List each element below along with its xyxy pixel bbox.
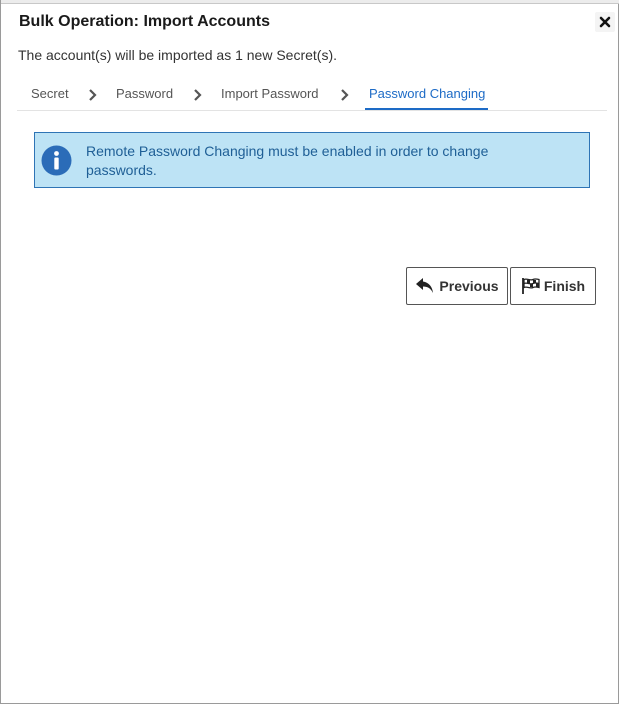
finish-button-label: Finish bbox=[543, 278, 586, 294]
active-step-indicator bbox=[365, 108, 488, 110]
step-secret[interactable]: Secret bbox=[31, 86, 69, 101]
finish-button[interactable]: Finish bbox=[510, 267, 596, 305]
chevron-right-icon bbox=[194, 89, 202, 101]
step-password-changing[interactable]: Password Changing bbox=[369, 86, 485, 101]
dialog-top-border bbox=[1, 0, 619, 4]
alert-message: Remote Password Changing must be enabled… bbox=[86, 143, 489, 178]
close-button[interactable] bbox=[595, 12, 615, 32]
step-import-password[interactable]: Import Password bbox=[221, 86, 319, 101]
close-icon bbox=[599, 16, 611, 28]
checkered-flag-icon bbox=[521, 278, 540, 294]
step-password[interactable]: Password bbox=[116, 86, 173, 101]
reply-arrow-icon bbox=[416, 278, 434, 293]
previous-button[interactable]: Previous bbox=[406, 267, 508, 305]
import-summary-text: The account(s) will be imported as 1 new… bbox=[18, 47, 338, 63]
chevron-right-icon bbox=[341, 89, 349, 101]
wizard-steps: Secret Password Import Password Password… bbox=[17, 80, 607, 111]
info-alert: Remote Password Changing must be enabled… bbox=[34, 132, 590, 188]
info-icon bbox=[41, 145, 72, 176]
dialog-title: Bulk Operation: Import Accounts bbox=[19, 13, 270, 30]
chevron-right-icon bbox=[89, 89, 97, 101]
import-accounts-dialog: Bulk Operation: Import Accounts The acco… bbox=[0, 0, 619, 704]
previous-button-label: Previous bbox=[439, 278, 499, 294]
